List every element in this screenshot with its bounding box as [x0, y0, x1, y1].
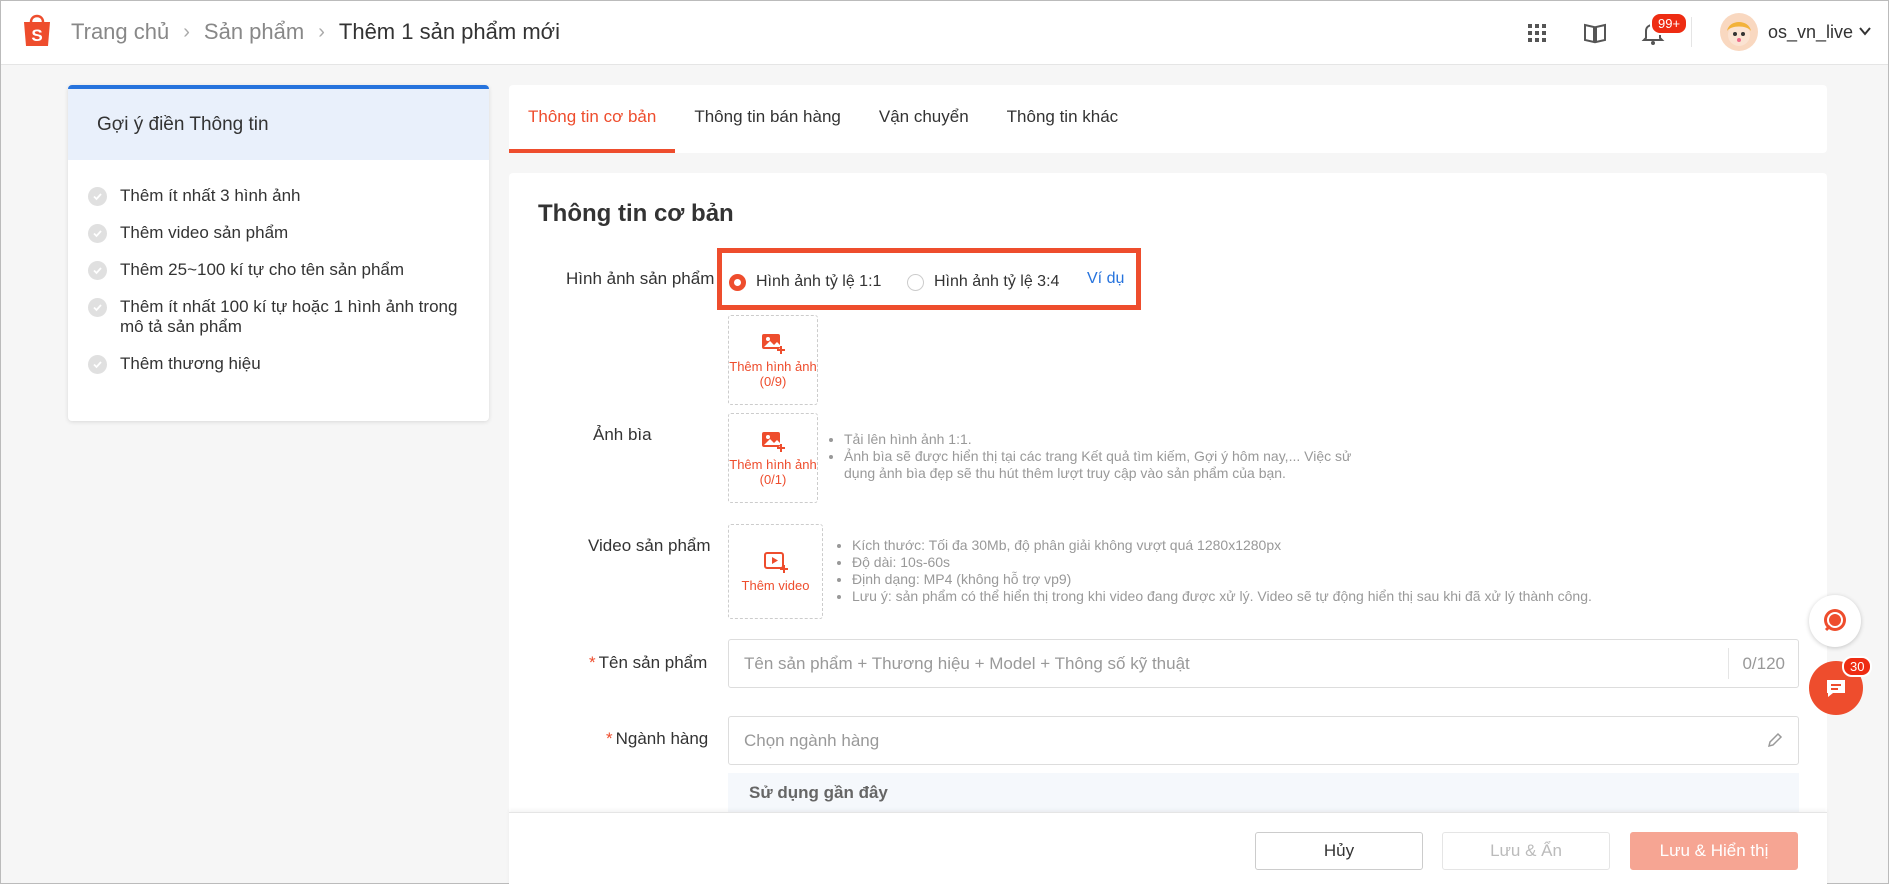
required-marker: *	[606, 729, 613, 748]
note-item: Kích thước: Tối đa 30Mb, độ phân giải kh…	[852, 537, 1734, 554]
check-circle-icon	[88, 355, 107, 374]
product-name-label: * Tên sản phẩm	[589, 653, 707, 673]
radio-label: Hình ảnh tỷ lệ 3:4	[934, 273, 1060, 290]
section-title: Thông tin cơ bản	[538, 200, 734, 227]
suggestion-item: Thêm ít nhất 100 kí tự hoặc 1 hình ảnh t…	[88, 297, 469, 337]
chat-assistant-button[interactable]	[1809, 595, 1861, 647]
shopee-logo-icon[interactable]: S	[21, 12, 53, 48]
cover-image-notes: Tải lên hình ảnh 1:1. Ảnh bìa sẽ được hi…	[826, 431, 1386, 482]
radio-button[interactable]	[907, 273, 924, 291]
upload-label: Thêm video	[741, 578, 810, 593]
check-circle-icon	[88, 224, 107, 243]
product-video-label: Video sản phẩm	[588, 536, 711, 555]
image-ratio-selector: Hình ảnh tỷ lệ 1:1 Hình ảnh tỷ lệ 3:4 Ví…	[717, 248, 1141, 310]
video-notes: Kích thước: Tối đa 30Mb, độ phân giải kh…	[834, 537, 1734, 605]
svg-text:S: S	[31, 26, 42, 45]
chevron-right-icon: ›	[318, 20, 325, 43]
upload-label: Thêm hình ảnh (0/1)	[729, 457, 817, 487]
check-circle-icon	[88, 298, 107, 317]
radio-button-checked[interactable]	[729, 273, 746, 291]
product-name-field[interactable]: 0/120	[728, 639, 1799, 688]
add-image-icon	[762, 432, 785, 452]
cover-image-label: Ảnh bìa	[593, 425, 652, 444]
section-tabs: Thông tin cơ bản Thông tin bán hàng Vận …	[509, 85, 1827, 153]
example-link[interactable]: Ví dụ	[1087, 270, 1124, 288]
action-footer: Hủy Lưu & Ẩn Lưu & Hiển thị	[509, 812, 1827, 884]
add-video-button[interactable]: Thêm video	[728, 524, 823, 619]
category-label: * Ngành hàng	[606, 729, 708, 749]
suggestion-text: Thêm 25~100 kí tự cho tên sản phẩm	[120, 260, 405, 279]
char-counter: 0/120	[1728, 648, 1798, 679]
message-badge: 30	[1842, 656, 1873, 677]
suggestion-panel: Gợi ý điền Thông tin Thêm ít nhất 3 hình…	[68, 85, 489, 421]
note-item: Tải lên hình ảnh 1:1.	[844, 431, 1386, 448]
add-cover-image-button[interactable]: Thêm hình ảnh (0/1)	[728, 413, 818, 503]
breadcrumb: Trang chủ › Sản phẩm › Thêm 1 sản phẩm m…	[71, 19, 560, 45]
breadcrumb-current: Thêm 1 sản phẩm mới	[338, 19, 560, 44]
product-name-label-text: Tên sản phẩm	[598, 653, 708, 672]
category-label-text: Ngành hàng	[615, 729, 709, 748]
required-marker: *	[589, 653, 596, 672]
notification-badge: 99+	[1650, 12, 1689, 35]
radio-label: Hình ảnh tỷ lệ 1:1	[756, 273, 882, 290]
chevron-right-icon: ›	[183, 20, 190, 43]
book-icon[interactable]	[1581, 19, 1609, 47]
suggestion-text: Thêm video sản phẩm	[120, 223, 289, 242]
suggestion-item: Thêm video sản phẩm	[88, 223, 469, 243]
basic-info-card: Thông tin cơ bản Hình ảnh sản phẩm Hình …	[509, 173, 1827, 884]
suggestion-list: Thêm ít nhất 3 hình ảnh Thêm video sản p…	[68, 160, 489, 374]
product-images-label: Hình ảnh sản phẩm	[566, 269, 715, 288]
upload-label: Thêm hình ảnh (0/9)	[729, 359, 817, 389]
tab-shipping[interactable]: Vận chuyển	[860, 85, 988, 153]
chevron-down-icon[interactable]	[1857, 23, 1873, 39]
add-image-icon	[762, 334, 785, 354]
note-item: Độ dài: 10s-60s	[852, 554, 1734, 571]
divider	[1691, 17, 1692, 47]
suggestion-item: Thêm ít nhất 3 hình ảnh	[88, 186, 469, 206]
top-bar: S Trang chủ › Sản phẩm › Thêm 1 sản phẩm…	[1, 1, 1888, 65]
tab-other-info[interactable]: Thông tin khác	[988, 85, 1138, 153]
note-item: Ảnh bìa sẽ được hiển thị tại các trang K…	[844, 448, 1386, 482]
recent-categories: Sử dụng gần đây	[728, 773, 1799, 813]
save-show-button[interactable]: Lưu & Hiển thị	[1630, 832, 1798, 870]
add-product-image-button[interactable]: Thêm hình ảnh (0/9)	[728, 315, 818, 405]
suggestion-item: Thêm 25~100 kí tự cho tên sản phẩm	[88, 260, 469, 280]
suggestion-text: Thêm ít nhất 100 kí tự hoặc 1 hình ảnh t…	[120, 297, 458, 336]
note-item: Định dạng: MP4 (không hỗ trợ vp9)	[852, 571, 1734, 588]
apps-grid-icon[interactable]	[1523, 19, 1551, 47]
category-input[interactable]	[729, 717, 1729, 764]
chat-bubble-icon	[1824, 609, 1846, 632]
suggestion-panel-title: Gợi ý điền Thông tin	[68, 85, 489, 160]
tab-basic-info[interactable]: Thông tin cơ bản	[509, 85, 676, 153]
add-video-icon	[763, 552, 788, 573]
suggestion-text: Thêm thương hiệu	[120, 354, 261, 373]
tab-sales-info[interactable]: Thông tin bán hàng	[675, 85, 860, 153]
username[interactable]: os_vn_live	[1768, 22, 1853, 43]
category-field[interactable]	[728, 716, 1799, 765]
avatar[interactable]	[1720, 13, 1758, 51]
breadcrumb-products[interactable]: Sản phẩm	[204, 19, 304, 45]
suggestion-item: Thêm thương hiệu	[88, 354, 469, 374]
check-circle-icon	[88, 187, 107, 206]
save-hide-button[interactable]: Lưu & Ẩn	[1442, 832, 1610, 870]
check-circle-icon	[88, 261, 107, 280]
product-name-input[interactable]	[729, 640, 1729, 687]
edit-pencil-icon[interactable]	[1766, 731, 1784, 749]
radio-ratio-3-4[interactable]: Hình ảnh tỷ lệ 3:4	[907, 273, 1059, 291]
radio-ratio-1-1[interactable]: Hình ảnh tỷ lệ 1:1	[729, 273, 881, 291]
note-item: Lưu ý: sản phẩm có thể hiển thị trong kh…	[852, 588, 1734, 605]
cancel-button[interactable]: Hủy	[1255, 832, 1423, 870]
message-icon	[1827, 680, 1845, 697]
breadcrumb-home[interactable]: Trang chủ	[71, 19, 169, 45]
suggestion-text: Thêm ít nhất 3 hình ảnh	[120, 186, 301, 205]
